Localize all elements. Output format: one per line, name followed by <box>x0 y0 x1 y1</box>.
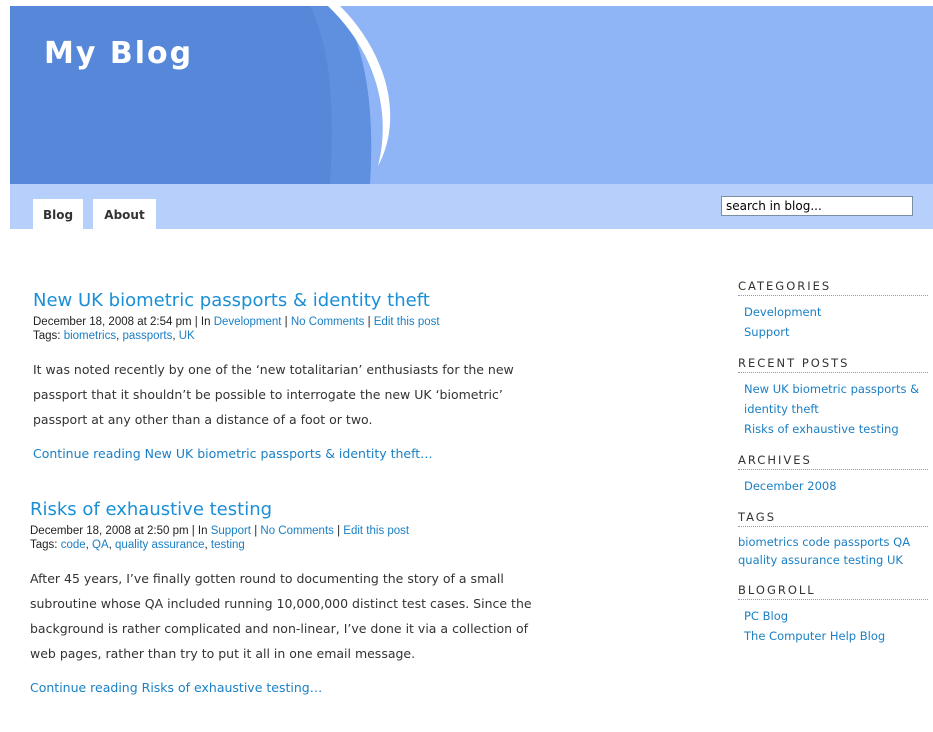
recent-posts-widget: RECENT POSTS New UK biometric passports … <box>738 356 928 439</box>
tag-link[interactable]: UK <box>887 553 903 567</box>
tag-link[interactable]: biometrics <box>738 535 799 549</box>
categories-widget: CATEGORIES Development Support <box>738 279 928 342</box>
blogroll-widget: BLOGROLL PC Blog The Computer Help Blog <box>738 583 928 646</box>
tags-label: Tags: <box>33 330 64 342</box>
post-title-link[interactable]: Risks of exhaustive testing <box>30 499 540 521</box>
category-link[interactable]: Development <box>744 305 821 319</box>
tags-label: Tags: <box>30 539 61 551</box>
list-item: Development <box>744 302 928 322</box>
list-item: Support <box>744 322 928 342</box>
post: New UK biometric passports & identity th… <box>33 290 543 461</box>
archives-heading: ARCHIVES <box>738 453 928 470</box>
category-link[interactable]: Development <box>214 316 282 328</box>
categories-heading: CATEGORIES <box>738 279 928 296</box>
tag-cloud: biometrics code passports QA quality ass… <box>738 533 928 569</box>
list-item: PC Blog <box>744 606 928 626</box>
comments-link[interactable]: No Comments <box>291 316 365 328</box>
tab-blog[interactable]: Blog <box>33 199 83 229</box>
archives-widget: ARCHIVES December 2008 <box>738 453 928 496</box>
tag-link[interactable]: QA <box>92 539 109 551</box>
list-item: The Computer Help Blog <box>744 626 928 646</box>
tag-link[interactable]: quality assurance <box>738 553 840 567</box>
list-item: December 2008 <box>744 476 928 496</box>
list-item: Risks of exhaustive testing <box>744 419 928 439</box>
tag-link[interactable]: code <box>61 539 86 551</box>
site-title[interactable]: My Blog <box>44 36 193 71</box>
tag-link[interactable]: passports <box>122 330 172 342</box>
post-meta: December 18, 2008 at 2:50 pm | In Suppor… <box>30 525 410 551</box>
post-date: December 18, 2008 at 2:50 pm <box>30 525 189 537</box>
blogroll-link[interactable]: The Computer Help Blog <box>744 629 885 643</box>
edit-post-link[interactable]: Edit this post <box>343 525 409 537</box>
tab-about[interactable]: About <box>93 199 156 229</box>
search-input[interactable] <box>721 196 913 216</box>
comments-link[interactable]: No Comments <box>260 525 334 537</box>
header-banner <box>10 6 933 184</box>
continue-reading-link[interactable]: Continue reading New UK biometric passpo… <box>33 446 543 461</box>
tags-heading: TAGS <box>738 510 928 527</box>
tag-link[interactable]: testing <box>211 539 245 551</box>
post: Risks of exhaustive testing December 18,… <box>30 499 540 695</box>
post-meta: December 18, 2008 at 2:54 pm | In Develo… <box>33 316 440 342</box>
archive-link[interactable]: December 2008 <box>744 479 837 493</box>
tags-widget: TAGS biometrics code passports QA qualit… <box>738 510 928 569</box>
continue-reading-link[interactable]: Continue reading Risks of exhaustive tes… <box>30 680 540 695</box>
tag-link[interactable]: QA <box>893 535 910 549</box>
site-header: My Blog Blog About <box>10 6 933 229</box>
edit-post-link[interactable]: Edit this post <box>374 316 440 328</box>
blogroll-heading: BLOGROLL <box>738 583 928 600</box>
recent-post-link[interactable]: New UK biometric passports & identity th… <box>744 382 919 416</box>
tag-link[interactable]: UK <box>179 330 195 342</box>
meta-in-label: | In <box>191 316 214 328</box>
tag-link[interactable]: testing <box>843 553 883 567</box>
blogroll-link[interactable]: PC Blog <box>744 609 788 623</box>
category-link[interactable]: Support <box>211 525 251 537</box>
sidebar: CATEGORIES Development Support RECENT PO… <box>738 279 928 660</box>
recent-posts-heading: RECENT POSTS <box>738 356 928 373</box>
tag-link[interactable]: code <box>802 535 830 549</box>
tag-link[interactable]: passports <box>834 535 890 549</box>
post-excerpt: It was noted recently by one of the ‘new… <box>33 362 514 427</box>
meta-in-label: | In <box>188 525 211 537</box>
post-date: December 18, 2008 at 2:54 pm <box>33 316 192 328</box>
tag-link[interactable]: quality assurance <box>115 539 205 551</box>
category-link[interactable]: Support <box>744 325 789 339</box>
tag-link[interactable]: biometrics <box>64 330 116 342</box>
nav-bar: Blog About <box>10 184 933 229</box>
post-title-link[interactable]: New UK biometric passports & identity th… <box>33 290 543 312</box>
recent-post-link[interactable]: Risks of exhaustive testing <box>744 422 899 436</box>
post-excerpt: After 45 years, I’ve finally gotten roun… <box>30 571 532 661</box>
list-item: New UK biometric passports & identity th… <box>744 379 928 419</box>
